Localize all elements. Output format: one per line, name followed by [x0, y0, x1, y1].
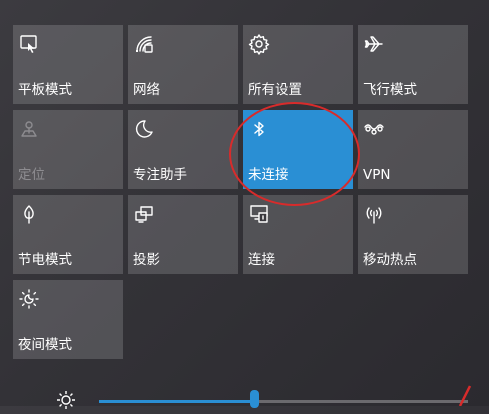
- tile-tablet-mode[interactable]: 平板模式: [13, 25, 123, 104]
- tile-label: 网络: [133, 82, 160, 98]
- tile-location[interactable]: 定位: [13, 110, 123, 189]
- gear-icon: [248, 33, 270, 55]
- tile-label: VPN: [363, 167, 391, 183]
- brightness-slider-thumb[interactable]: [250, 390, 259, 408]
- brightness-slider-fill: [99, 400, 254, 403]
- tile-project[interactable]: 投影: [128, 195, 238, 274]
- vpn-icon: [363, 118, 385, 140]
- tile-night-light[interactable]: 夜间模式: [13, 280, 123, 359]
- tile-label: 飞行模式: [363, 82, 417, 98]
- tile-bluetooth[interactable]: 未连接: [243, 110, 353, 189]
- tablet-mode-icon: [18, 33, 40, 55]
- tile-label: 定位: [18, 167, 45, 183]
- brightness-control: [0, 380, 489, 409]
- tile-network[interactable]: 网络: [128, 25, 238, 104]
- network-icon: [133, 33, 155, 55]
- tile-mobile-hotspot[interactable]: 移动热点: [358, 195, 468, 274]
- project-icon: [133, 203, 155, 225]
- brightness-slider-track[interactable]: [99, 400, 468, 403]
- tile-label: 所有设置: [248, 82, 302, 98]
- tile-vpn[interactable]: VPN: [358, 110, 468, 189]
- location-icon: [18, 118, 40, 140]
- connect-icon: [248, 203, 270, 225]
- tile-label: 节电模式: [18, 252, 72, 268]
- airplane-icon: [363, 33, 385, 55]
- tile-all-settings[interactable]: 所有设置: [243, 25, 353, 104]
- tile-label: 投影: [133, 252, 160, 268]
- tile-connect[interactable]: 连接: [243, 195, 353, 274]
- bluetooth-icon: [248, 118, 270, 140]
- mobile-hotspot-icon: [363, 203, 385, 225]
- tile-focus-assist[interactable]: 专注助手: [128, 110, 238, 189]
- tile-airplane-mode[interactable]: 飞行模式: [358, 25, 468, 104]
- annotation-stroke: [456, 384, 476, 407]
- night-light-icon: [18, 288, 40, 310]
- battery-saver-icon: [18, 203, 40, 225]
- tile-label: 夜间模式: [18, 337, 72, 353]
- tile-label: 未连接: [248, 167, 289, 183]
- tile-label: 移动热点: [363, 252, 417, 268]
- moon-icon: [133, 118, 155, 140]
- tile-label: 专注助手: [133, 167, 187, 183]
- tile-battery-saver[interactable]: 节电模式: [13, 195, 123, 274]
- sun-icon: [54, 386, 78, 410]
- tile-label: 连接: [248, 252, 275, 268]
- tile-label: 平板模式: [18, 82, 72, 98]
